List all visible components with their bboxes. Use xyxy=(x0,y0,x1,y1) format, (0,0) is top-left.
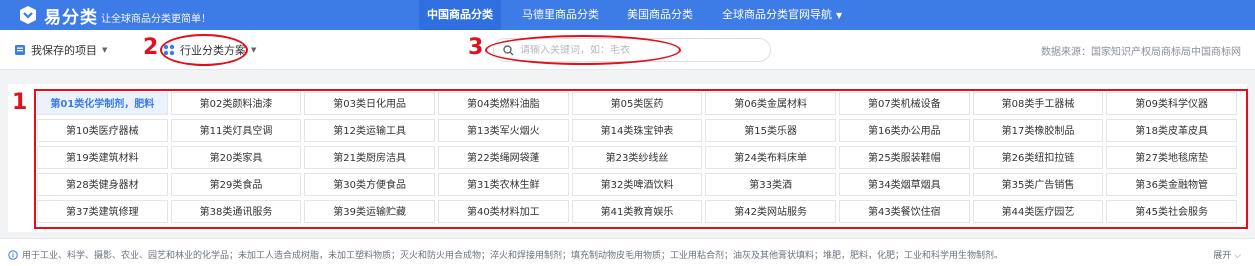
annotation-number-2: 2 xyxy=(143,35,159,60)
category-description: 用于工业、科学、摄影、农业、园艺和林业的化学品；未加工人造合成树脂，未加工塑料物… xyxy=(22,251,1004,261)
caret-down-icon: ▼ xyxy=(836,11,843,20)
saved-projects-icon xyxy=(15,45,25,55)
tab-label: 全球商品分类官网导航 xyxy=(722,8,832,21)
logo-icon xyxy=(20,6,36,24)
tab-china-classification[interactable]: 中国商品分类 xyxy=(419,0,501,30)
expand-label: 展开 xyxy=(1213,251,1232,261)
tab-label: 美国商品分类 xyxy=(627,8,693,21)
data-source-text: 数据来源：国家知识产权局商标局中国商标网 xyxy=(1041,47,1241,58)
annotation-number-1: 1 xyxy=(12,90,28,115)
brand-name: 易分类 xyxy=(44,7,98,28)
tab-global-navigation[interactable]: 全球商品分类官网导航 ▼ xyxy=(722,0,842,30)
tab-us-classification[interactable]: 美国商品分类 xyxy=(627,0,693,30)
brand-slogan: 让全球商品分类更简单！ xyxy=(101,14,211,25)
saved-projects-label: 我保存的项目 xyxy=(31,44,97,57)
saved-projects-dropdown[interactable]: 我保存的项目 ▼ xyxy=(14,42,107,58)
site-logo[interactable]: 易分类 让全球商品分类更简单！ xyxy=(18,4,211,28)
annotation-number-3: 3 xyxy=(468,35,484,60)
category-description-bar: 用于工业、科学、摄影、农业、园艺和林业的化学品；未加工人造合成树脂，未加工塑料物… xyxy=(0,238,1255,266)
tab-label: 中国商品分类 xyxy=(427,8,493,21)
info-icon xyxy=(8,249,18,260)
caret-down-icon: ▼ xyxy=(102,46,108,54)
annotation-oval-scheme xyxy=(160,34,248,66)
expand-button[interactable]: 展开 ⌵ xyxy=(1213,248,1241,261)
description-row: 用于工业、科学、摄影、农业、园艺和林业的化学品；未加工人造合成树脂，未加工塑料物… xyxy=(8,248,1003,261)
annotation-rect-categories xyxy=(34,89,1248,229)
tab-madrid-classification[interactable]: 马德里商品分类 xyxy=(522,0,599,30)
chevron-down-icon: ⌵ xyxy=(1234,251,1241,261)
tab-label: 马德里商品分类 xyxy=(522,8,599,21)
caret-down-icon: ▼ xyxy=(251,46,257,54)
top-nav-bar: 易分类 让全球商品分类更简单！ 中国商品分类 马德里商品分类 美国商品分类 全球… xyxy=(0,0,1255,30)
annotation-oval-search xyxy=(485,35,681,65)
